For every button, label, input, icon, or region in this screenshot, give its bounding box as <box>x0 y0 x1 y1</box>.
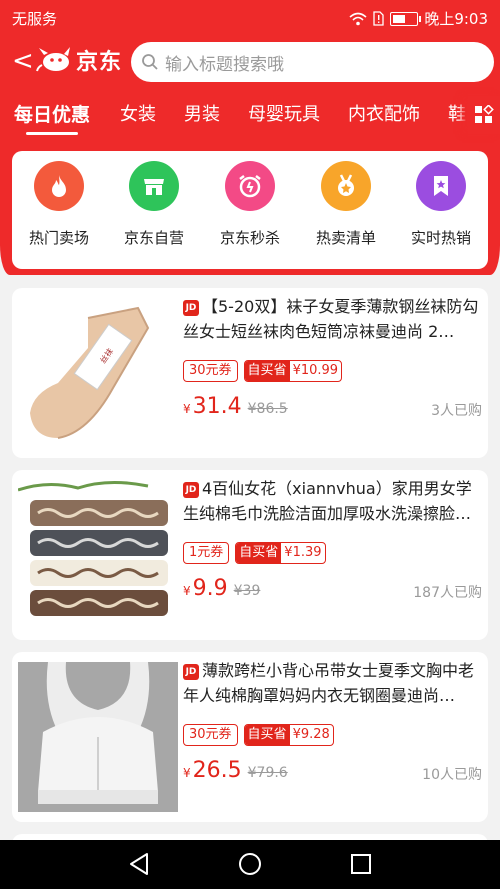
bookmark-star-icon <box>416 161 466 211</box>
jd-badge: JD <box>183 664 199 680</box>
all-categories-button[interactable] <box>468 96 500 134</box>
search-header: < 京东 输入标题搜索哦 <box>0 40 500 84</box>
jd-badge: JD <box>183 482 199 498</box>
status-bar: 无服务 晚上9:03 <box>0 0 500 36</box>
shortcut-realtime-hot[interactable]: 实时热销 <box>396 161 486 248</box>
product-image-socks: 丝袜 <box>18 298 178 448</box>
nav-home-icon[interactable] <box>238 852 262 876</box>
original-price: ¥79.6 <box>247 765 288 781</box>
product-image-bra <box>18 662 178 812</box>
carrier-text: 无服务 <box>12 10 58 28</box>
self-buy-save-badge: 自买省 ¥10.99 <box>243 360 343 382</box>
medal-icon <box>321 161 371 211</box>
category-tabs: 每日优惠 女装 男装 母婴玩具 内衣配饰 鞋 <box>0 96 500 136</box>
store-icon <box>129 161 179 211</box>
product-card[interactable]: 丝袜 JD 【5-20双】袜子女夏季薄款钢丝袜防勾丝女士短丝袜肉色短筒凉袜曼迪尚 … <box>12 288 488 458</box>
original-price: ¥39 <box>233 583 261 599</box>
jd-logo: 京东 <box>36 44 122 76</box>
tab-daily-deals[interactable]: 每日优惠 <box>14 100 90 135</box>
shortcut-jd-self-run[interactable]: 京东自营 <box>109 161 199 248</box>
category-shortcuts: 热门卖场 京东自营 京东秒杀 热卖清单 实时热销 <box>12 151 488 269</box>
logo-text: 京东 <box>76 50 123 75</box>
system-nav-bar <box>0 840 500 889</box>
shortcut-flash-sale[interactable]: 京东秒杀 <box>205 161 295 248</box>
tab-mens[interactable]: 男装 <box>184 100 220 126</box>
product-title: JD 薄款跨栏小背心吊带女士夏季文胸中老年人纯棉胸罩妈妈内衣无钢圈曼迪尚… <box>183 661 475 705</box>
product-price: ¥26.5 ¥79.6 <box>183 758 288 783</box>
grid-icon <box>475 105 494 123</box>
sim-alert-icon <box>373 11 384 26</box>
product-card[interactable]: JD 薄款跨栏小背心吊带女士夏季文胸中老年人纯棉胸罩妈妈内衣无钢圈曼迪尚… 30元… <box>12 652 488 822</box>
tab-baby-toys[interactable]: 母婴玩具 <box>248 100 320 126</box>
coupon-badge: 30元券 <box>183 360 238 382</box>
battery-icon <box>390 11 422 26</box>
shortcut-label: 京东自营 <box>123 229 184 247</box>
shortcut-label: 实时热销 <box>410 229 471 247</box>
shortcut-label: 热卖清单 <box>315 229 376 247</box>
tab-shoes[interactable]: 鞋 <box>448 100 466 126</box>
jd-badge: JD <box>183 300 199 316</box>
self-buy-save-badge: 自买省 ¥9.28 <box>243 724 334 746</box>
alarm-clock-icon <box>225 161 275 211</box>
product-title: JD 【5-20双】袜子女夏季薄款钢丝袜防勾丝女士短丝袜肉色短筒凉袜曼迪尚 2… <box>183 297 479 341</box>
jd-dog-logo-icon <box>36 47 70 72</box>
nav-recents-icon[interactable] <box>350 852 372 876</box>
self-buy-save-badge: 自买省 ¥1.39 <box>235 542 326 564</box>
shortcut-hot-venue[interactable]: 热门卖场 <box>14 161 104 248</box>
product-price: ¥9.9 ¥39 <box>183 576 261 601</box>
shortcut-label: 京东秒杀 <box>219 229 280 247</box>
coupon-badge: 1元券 <box>183 542 230 564</box>
shortcut-label: 热门卖场 <box>28 229 89 247</box>
search-icon <box>142 54 158 70</box>
search-input[interactable]: 输入标题搜索哦 <box>131 42 494 82</box>
back-button[interactable]: < <box>12 48 34 74</box>
product-image-towels <box>18 480 178 630</box>
coupon-badge: 30元券 <box>183 724 238 746</box>
tab-underwear[interactable]: 内衣配饰 <box>348 100 420 126</box>
nav-back-icon[interactable] <box>128 852 150 876</box>
tab-womens[interactable]: 女装 <box>120 100 156 126</box>
sold-count: 10人已购 <box>422 767 482 783</box>
clock-text: 晚上9:03 <box>424 10 488 28</box>
search-placeholder: 输入标题搜索哦 <box>165 54 284 75</box>
product-price: ¥31.4 ¥86.5 <box>183 394 288 419</box>
sold-count: 3人已购 <box>431 403 482 419</box>
flame-icon <box>34 161 84 211</box>
product-title: JD 4百仙女花（xiannvhua）家用男女学生纯棉毛巾洗脸洁面加厚吸水洗澡擦脸… <box>183 479 472 523</box>
wifi-icon <box>349 12 367 25</box>
shortcut-hot-list[interactable]: 热卖清单 <box>301 161 391 248</box>
sold-count: 187人已购 <box>413 585 482 601</box>
original-price: ¥86.5 <box>247 401 288 417</box>
product-card[interactable]: JD 4百仙女花（xiannvhua）家用男女学生纯棉毛巾洗脸洁面加厚吸水洗澡擦脸… <box>12 470 488 640</box>
